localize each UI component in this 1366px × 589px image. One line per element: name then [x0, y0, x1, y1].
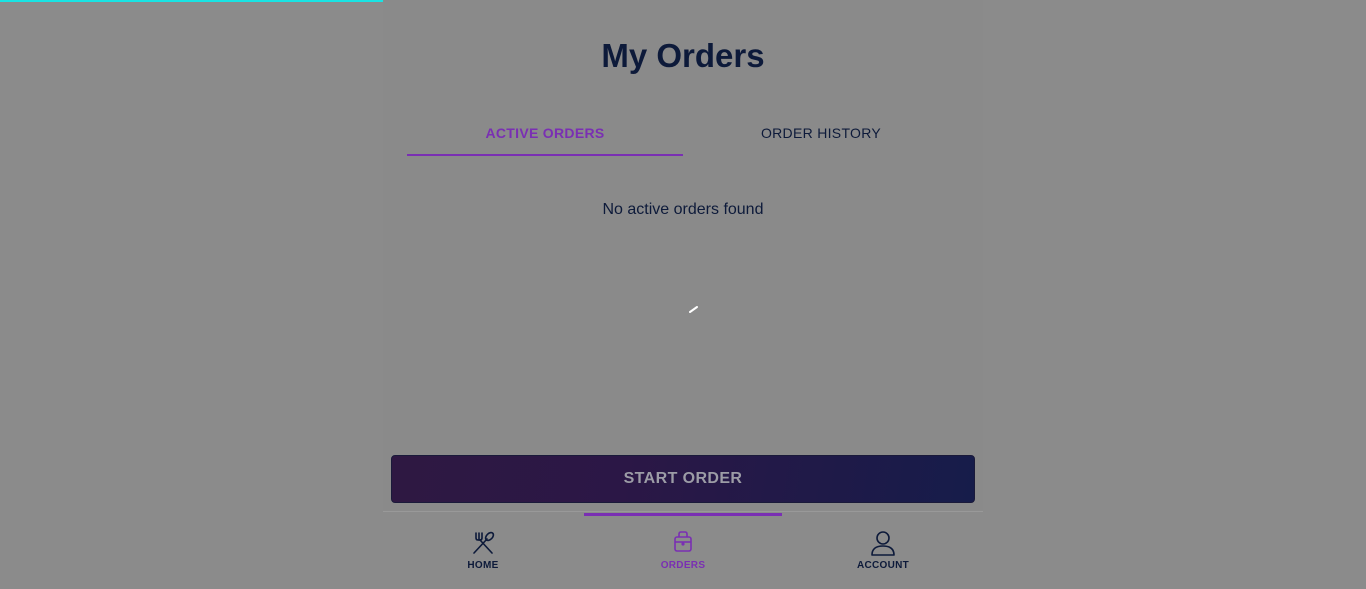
nav-label-orders: ORDERS	[660, 560, 706, 571]
nav-item-home[interactable]: HOME	[383, 528, 583, 571]
bottom-nav-divider	[383, 511, 983, 512]
tab-order-history[interactable]: ORDER HISTORY	[683, 114, 959, 156]
loading-spinner-icon	[689, 306, 698, 313]
fork-spoon-icon	[473, 531, 495, 554]
empty-state-message: No active orders found	[602, 201, 764, 218]
user-icon	[871, 531, 895, 556]
main-content: My Orders ACTIVE ORDERS ORDER HISTORY No…	[383, 0, 983, 512]
nav-label-home: HOME	[467, 560, 499, 571]
nav-item-orders[interactable]: ORDERS	[583, 528, 783, 571]
page-title: My Orders	[601, 37, 765, 74]
nav-item-account[interactable]: ACCOUNT	[783, 528, 983, 571]
loading-progress-bar	[0, 0, 410, 2]
nav-label-account: ACCOUNT	[856, 560, 910, 571]
order-tabs: ACTIVE ORDERS ORDER HISTORY	[407, 114, 959, 158]
nav-active-indicator	[584, 513, 782, 516]
tab-active-orders[interactable]: ACTIVE ORDERS	[407, 114, 683, 156]
bag-icon	[674, 531, 692, 552]
start-order-button[interactable]: START ORDER	[391, 455, 975, 503]
